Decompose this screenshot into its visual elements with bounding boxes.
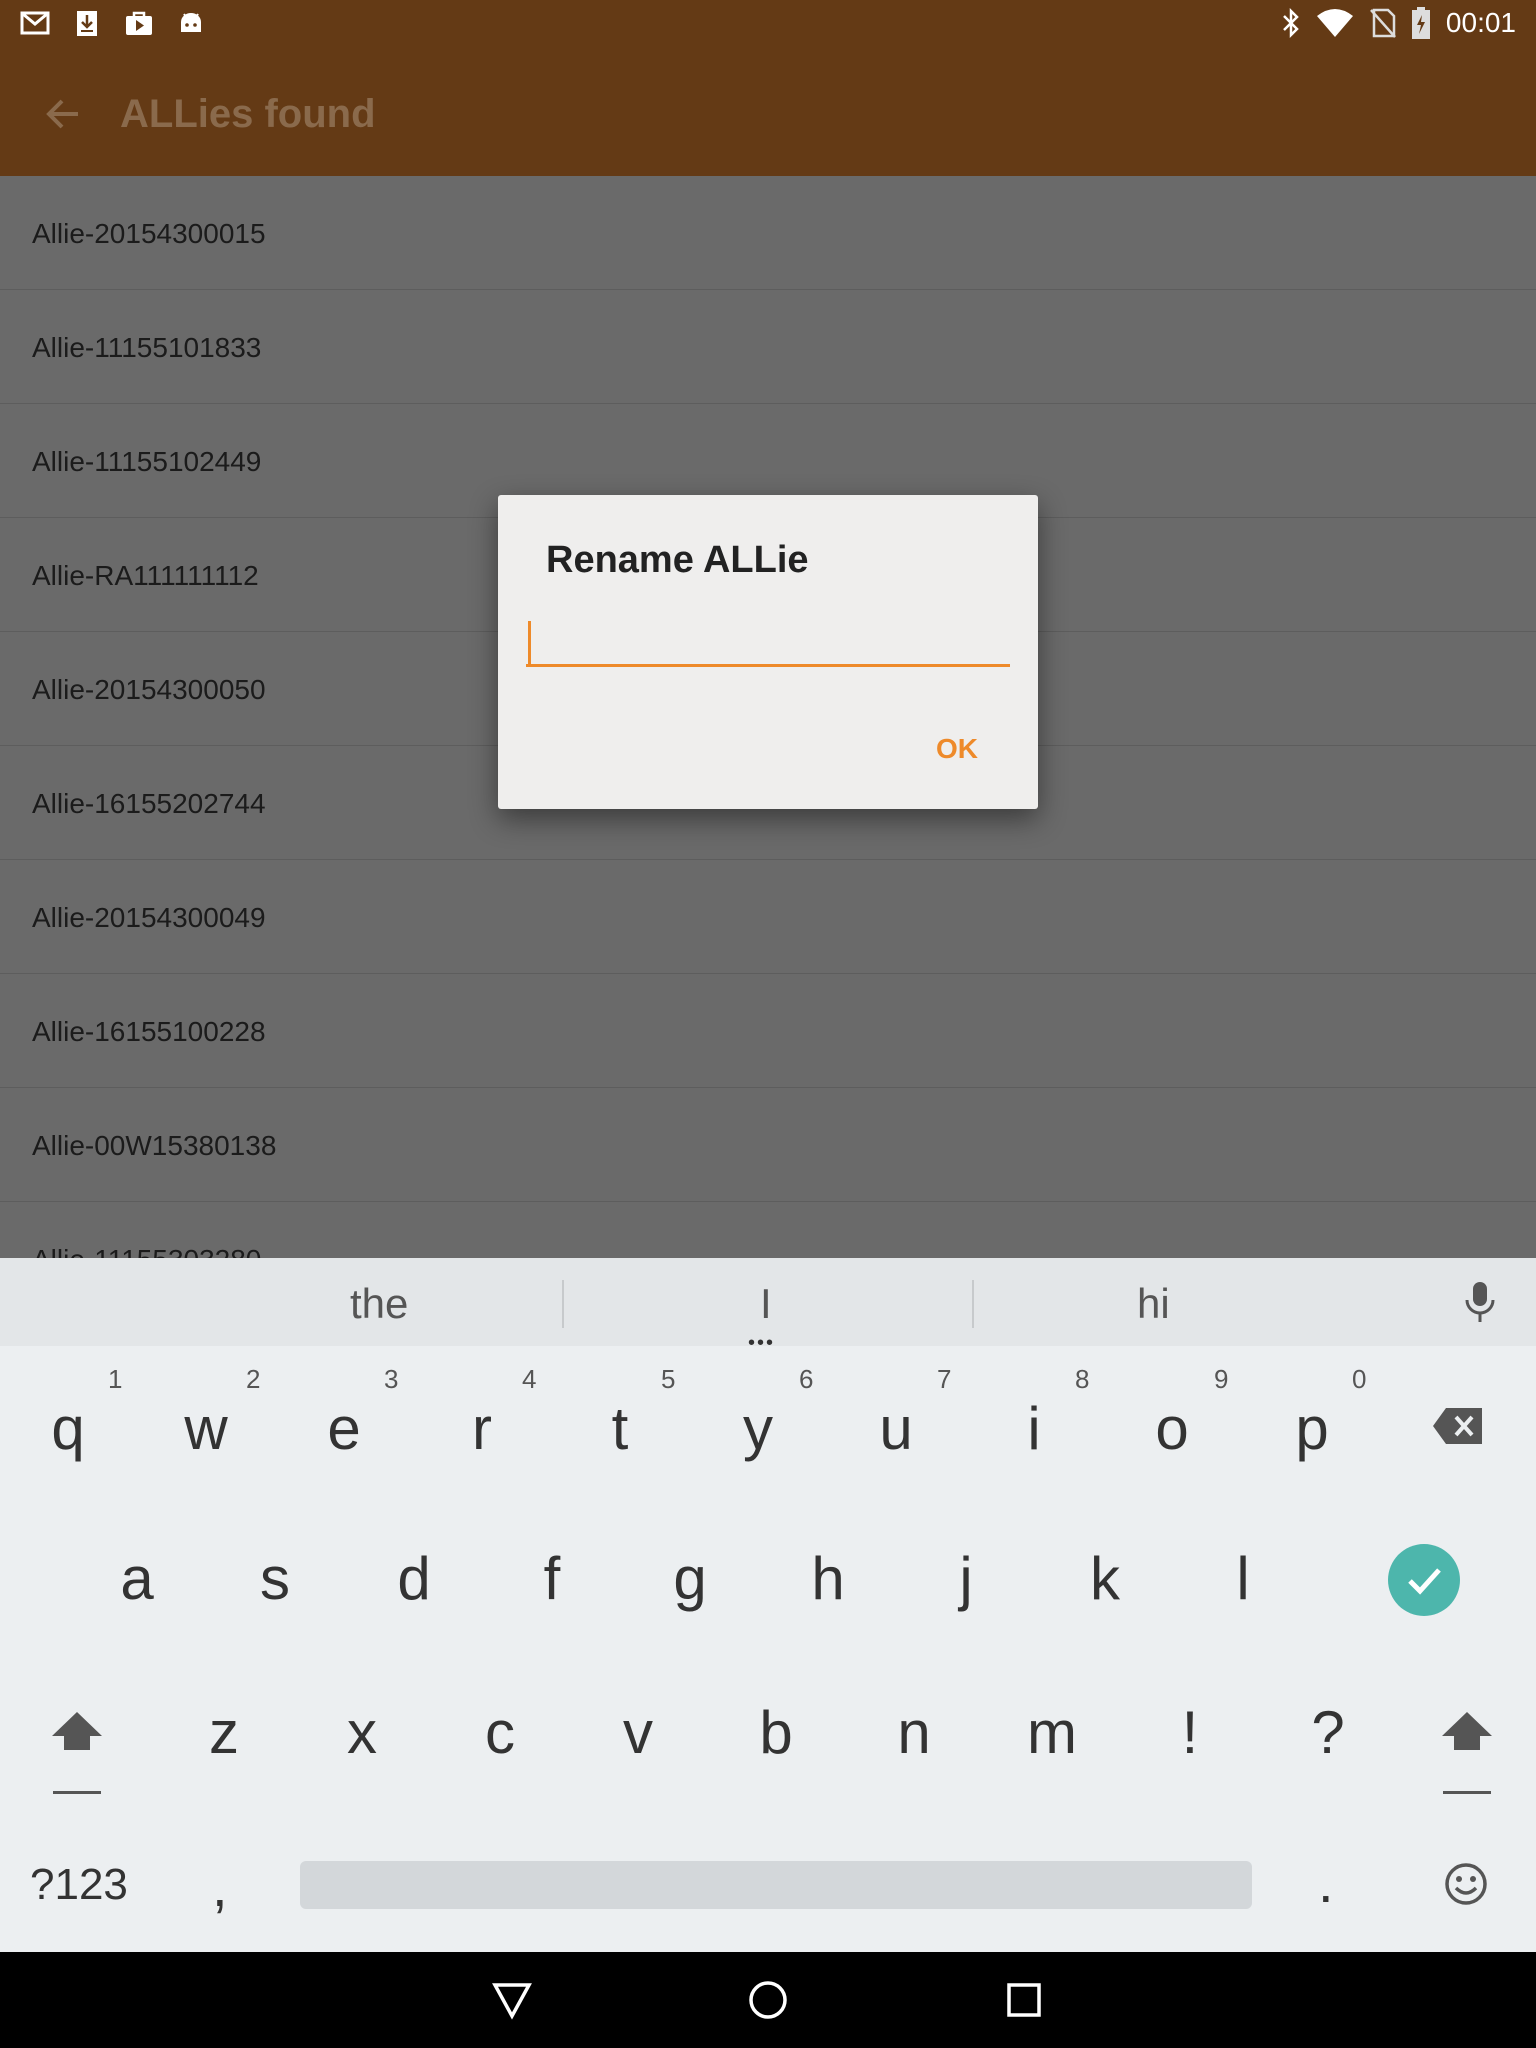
soft-keyboard: the I ••• hi 1 2 3 4 5 6 7 8 9 0 q w e r… [0, 1258, 1536, 1952]
list-item-label: Allie-16155202744 [32, 788, 266, 819]
recents-square-icon[interactable] [1006, 1982, 1042, 2018]
list-item[interactable]: Allie-00W15380138 [0, 1088, 1536, 1202]
list-item[interactable]: Allie-16155100228 [0, 974, 1536, 1088]
text-cursor [528, 621, 531, 665]
bluetooth-icon [1283, 7, 1299, 39]
list-item[interactable]: Allie-20154300015 [0, 176, 1536, 290]
key-hint-2: 2 [246, 1364, 261, 1394]
android-icon [181, 13, 201, 32]
key-p[interactable]: p [1262, 1394, 1362, 1463]
emoji-icon[interactable] [1444, 1862, 1488, 1906]
list-item-label: Allie-RA111111112 [32, 560, 259, 591]
page-title: ALLies found [120, 92, 376, 136]
key-k[interactable]: k [1055, 1544, 1155, 1613]
dialog-title: Rename ALLie [546, 539, 809, 581]
status-bar: 00:01 [0, 0, 1536, 48]
key-s[interactable]: s [225, 1544, 325, 1613]
key-q[interactable]: q [18, 1394, 118, 1463]
app-bar: ALLies found [0, 48, 1536, 176]
list-item-label: Allie-00W15380138 [32, 1130, 277, 1161]
key-z[interactable]: z [174, 1698, 274, 1767]
home-circle-icon[interactable] [748, 1980, 788, 2020]
key-exclamation[interactable]: ! [1140, 1698, 1240, 1767]
microphone-icon[interactable] [1460, 1278, 1500, 1328]
list-item-label: Allie-11155101833 [32, 332, 262, 363]
divider [562, 1280, 564, 1328]
list-item[interactable]: Allie-20154300049 [0, 860, 1536, 974]
key-f[interactable]: f [502, 1544, 602, 1613]
key-hint-4: 4 [522, 1364, 537, 1394]
key-w[interactable]: w [156, 1394, 256, 1463]
key-question[interactable]: ? [1278, 1698, 1378, 1767]
key-r[interactable]: r [432, 1394, 532, 1463]
rename-dialog: Rename ALLie OK [498, 495, 1038, 809]
key-m[interactable]: m [1002, 1698, 1102, 1767]
list-item-label: Allie-11155102449 [32, 446, 262, 477]
wifi-icon [1316, 9, 1353, 37]
more-suggestions-icon[interactable]: ••• [748, 1332, 775, 1355]
key-u[interactable]: u [846, 1394, 946, 1463]
key-g[interactable]: g [640, 1544, 740, 1613]
download-icon [77, 11, 97, 36]
navigation-bar [0, 1952, 1536, 2048]
suggestion-hi[interactable]: hi [1137, 1280, 1170, 1328]
key-x[interactable]: x [312, 1698, 412, 1767]
key-n[interactable]: n [864, 1698, 964, 1767]
key-hint-5: 5 [661, 1364, 676, 1394]
suggestion-the[interactable]: the [350, 1280, 408, 1328]
rename-input[interactable] [526, 613, 1010, 667]
key-i[interactable]: i [984, 1394, 1084, 1463]
list-item[interactable]: Allie-11155303280 [0, 1202, 1536, 1258]
key-v[interactable]: v [588, 1698, 688, 1767]
key-o[interactable]: o [1122, 1394, 1222, 1463]
key-y[interactable]: y [708, 1394, 808, 1463]
symbols-key[interactable]: ?123 [30, 1860, 128, 1910]
key-period[interactable]: . [1318, 1850, 1334, 1915]
backspace-icon[interactable] [1432, 1406, 1484, 1446]
key-hint-3: 3 [384, 1364, 399, 1394]
list-item-label: Allie-20154300015 [32, 218, 266, 249]
key-b[interactable]: b [726, 1698, 826, 1767]
gmail-icon [20, 11, 50, 35]
clock: 00:01 [1445, 7, 1516, 38]
enter-check-icon[interactable] [1388, 1544, 1460, 1616]
key-a[interactable]: a [87, 1544, 187, 1613]
shift-right-icon[interactable] [1440, 1710, 1494, 1794]
list-item-label: Allie-16155100228 [32, 1016, 266, 1047]
divider [972, 1280, 974, 1328]
key-hint-1: 1 [108, 1364, 123, 1394]
back-triangle-icon[interactable] [492, 1980, 532, 2020]
list-item[interactable]: Allie-11155101833 [0, 290, 1536, 404]
key-l[interactable]: l [1193, 1544, 1293, 1613]
ok-button[interactable]: OK [936, 733, 978, 765]
list-item-label: Allie-11155303280 [32, 1244, 261, 1258]
suggestion-strip: the I ••• hi [0, 1258, 1536, 1354]
suggestion-i[interactable]: I [760, 1280, 772, 1328]
key-d[interactable]: d [364, 1544, 464, 1613]
play-store-icon [126, 11, 152, 35]
key-hint-6: 6 [799, 1364, 814, 1394]
no-sim-icon [1369, 8, 1396, 38]
space-bar[interactable] [300, 1861, 1252, 1909]
battery-charging-icon [1411, 7, 1430, 39]
key-hint-0: 0 [1352, 1364, 1367, 1394]
arrow-back-icon[interactable] [40, 90, 88, 138]
list-item-label: Allie-20154300050 [32, 674, 266, 705]
key-e[interactable]: e [294, 1394, 394, 1463]
key-h[interactable]: h [778, 1544, 878, 1613]
key-comma[interactable]: , [212, 1854, 228, 1919]
list-item-label: Allie-20154300049 [32, 902, 266, 933]
key-hint-8: 8 [1075, 1364, 1090, 1394]
shift-left-icon[interactable] [50, 1710, 104, 1794]
key-t[interactable]: t [570, 1394, 670, 1463]
key-c[interactable]: c [450, 1698, 550, 1767]
key-j[interactable]: j [916, 1544, 1016, 1613]
key-hint-9: 9 [1214, 1364, 1229, 1394]
key-hint-7: 7 [937, 1364, 952, 1394]
